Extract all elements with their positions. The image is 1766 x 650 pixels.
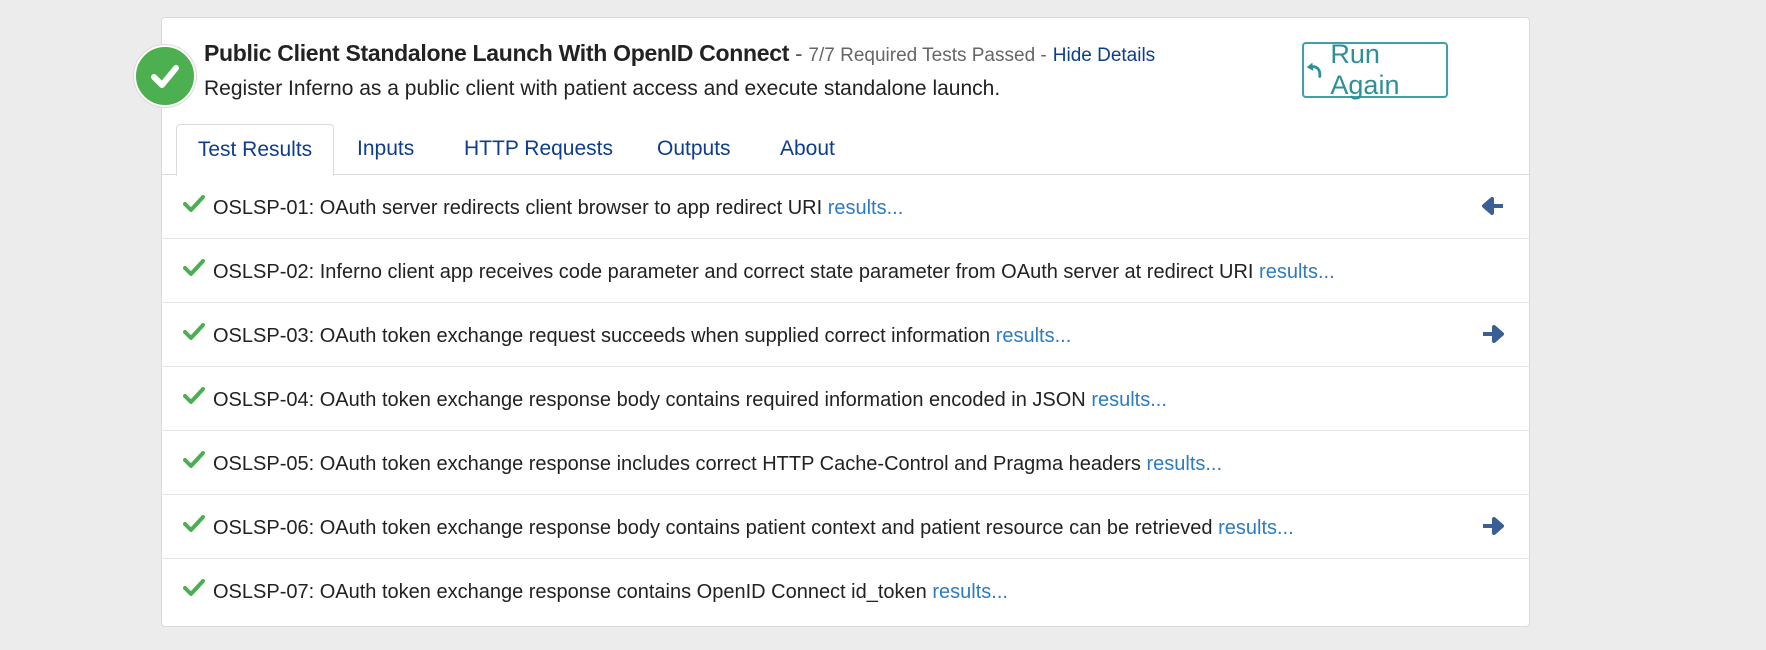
test-description: OAuth token exchange response body conta… [314,389,1092,411]
results-link[interactable]: results... [828,197,904,219]
hide-details-link[interactable]: Hide Details [1053,45,1155,67]
group-header: Public Client Standalone Launch With Ope… [204,40,1254,101]
test-description: Inferno client app receives code paramet… [314,261,1260,283]
check-icon [183,579,205,596]
test-row: OSLSP-01: OAuth server redirects client … [161,175,1530,239]
tab-outputs[interactable]: Outputs [657,124,731,175]
test-row: OSLSP-05: OAuth token exchange response … [161,431,1530,495]
check-icon [151,65,179,88]
test-id: OSLSP-07: [213,581,315,603]
check-icon [183,259,205,276]
tab-inputs[interactable]: Inputs [357,124,414,175]
test-id: OSLSP-04: [213,389,315,411]
test-row: OSLSP-02: Inferno client app receives co… [161,239,1530,303]
test-text: OSLSP-01: OAuth server redirects client … [213,197,903,220]
test-id: OSLSP-02: [213,261,315,283]
arrow-right-icon[interactable] [1481,325,1505,343]
results-link[interactable]: results... [1218,517,1294,539]
test-description: OAuth token exchange response body conta… [314,517,1219,539]
tab-about[interactable]: About [780,124,835,175]
pass-status-icon [134,45,196,107]
test-text: OSLSP-02: Inferno client app receives co… [213,261,1335,284]
test-text: OSLSP-04: OAuth token exchange response … [213,389,1167,412]
test-description: OAuth token exchange response contains O… [314,581,933,603]
test-description: OAuth token exchange request succeeds wh… [314,325,996,347]
test-row: OSLSP-04: OAuth token exchange response … [161,367,1530,431]
test-description: OAuth token exchange response includes c… [314,453,1147,475]
results-link[interactable]: results... [1091,389,1167,411]
test-text: OSLSP-05: OAuth token exchange response … [213,453,1222,476]
test-row: OSLSP-06: OAuth token exchange response … [161,495,1530,559]
run-again-label: Run Again [1330,39,1400,100]
test-text: OSLSP-03: OAuth token exchange request s… [213,325,1071,348]
group-description: Register Inferno as a public client with… [204,77,1001,100]
title-separator: - [795,41,803,66]
results-link[interactable]: results... [1259,261,1335,283]
results-link[interactable]: results... [1146,453,1222,475]
undo-icon [1306,62,1322,78]
check-icon [183,323,205,340]
title-line: Public Client Standalone Launch With Ope… [204,40,1254,67]
arrow-right-icon[interactable] [1481,517,1505,535]
passed-summary: 7/7 Required Tests Passed - [808,45,1047,66]
check-icon [183,195,205,212]
group-title: Public Client Standalone Launch With Ope… [204,40,790,66]
test-results-list: OSLSP-01: OAuth server redirects client … [161,175,1530,623]
results-link[interactable]: results... [932,581,1008,603]
arrow-left-icon[interactable] [1481,197,1505,215]
run-again-button[interactable]: Run Again [1302,39,1448,100]
test-row: OSLSP-07: OAuth token exchange response … [161,559,1530,623]
test-id: OSLSP-05: [213,453,315,475]
test-description: OAuth server redirects client browser to… [314,197,828,219]
test-id: OSLSP-03: [213,325,315,347]
tab-bar: Test Results Inputs HTTP Requests Output… [161,124,1530,176]
test-row: OSLSP-03: OAuth token exchange request s… [161,303,1530,367]
test-text: OSLSP-06: OAuth token exchange response … [213,517,1294,540]
check-icon [183,515,205,532]
test-text: OSLSP-07: OAuth token exchange response … [213,581,1008,604]
test-id: OSLSP-06: [213,517,315,539]
tab-test-results[interactable]: Test Results [176,124,334,176]
tab-http-requests[interactable]: HTTP Requests [464,124,613,175]
check-icon [183,451,205,468]
test-id: OSLSP-01: [213,197,315,219]
results-link[interactable]: results... [996,325,1072,347]
check-icon [183,387,205,404]
